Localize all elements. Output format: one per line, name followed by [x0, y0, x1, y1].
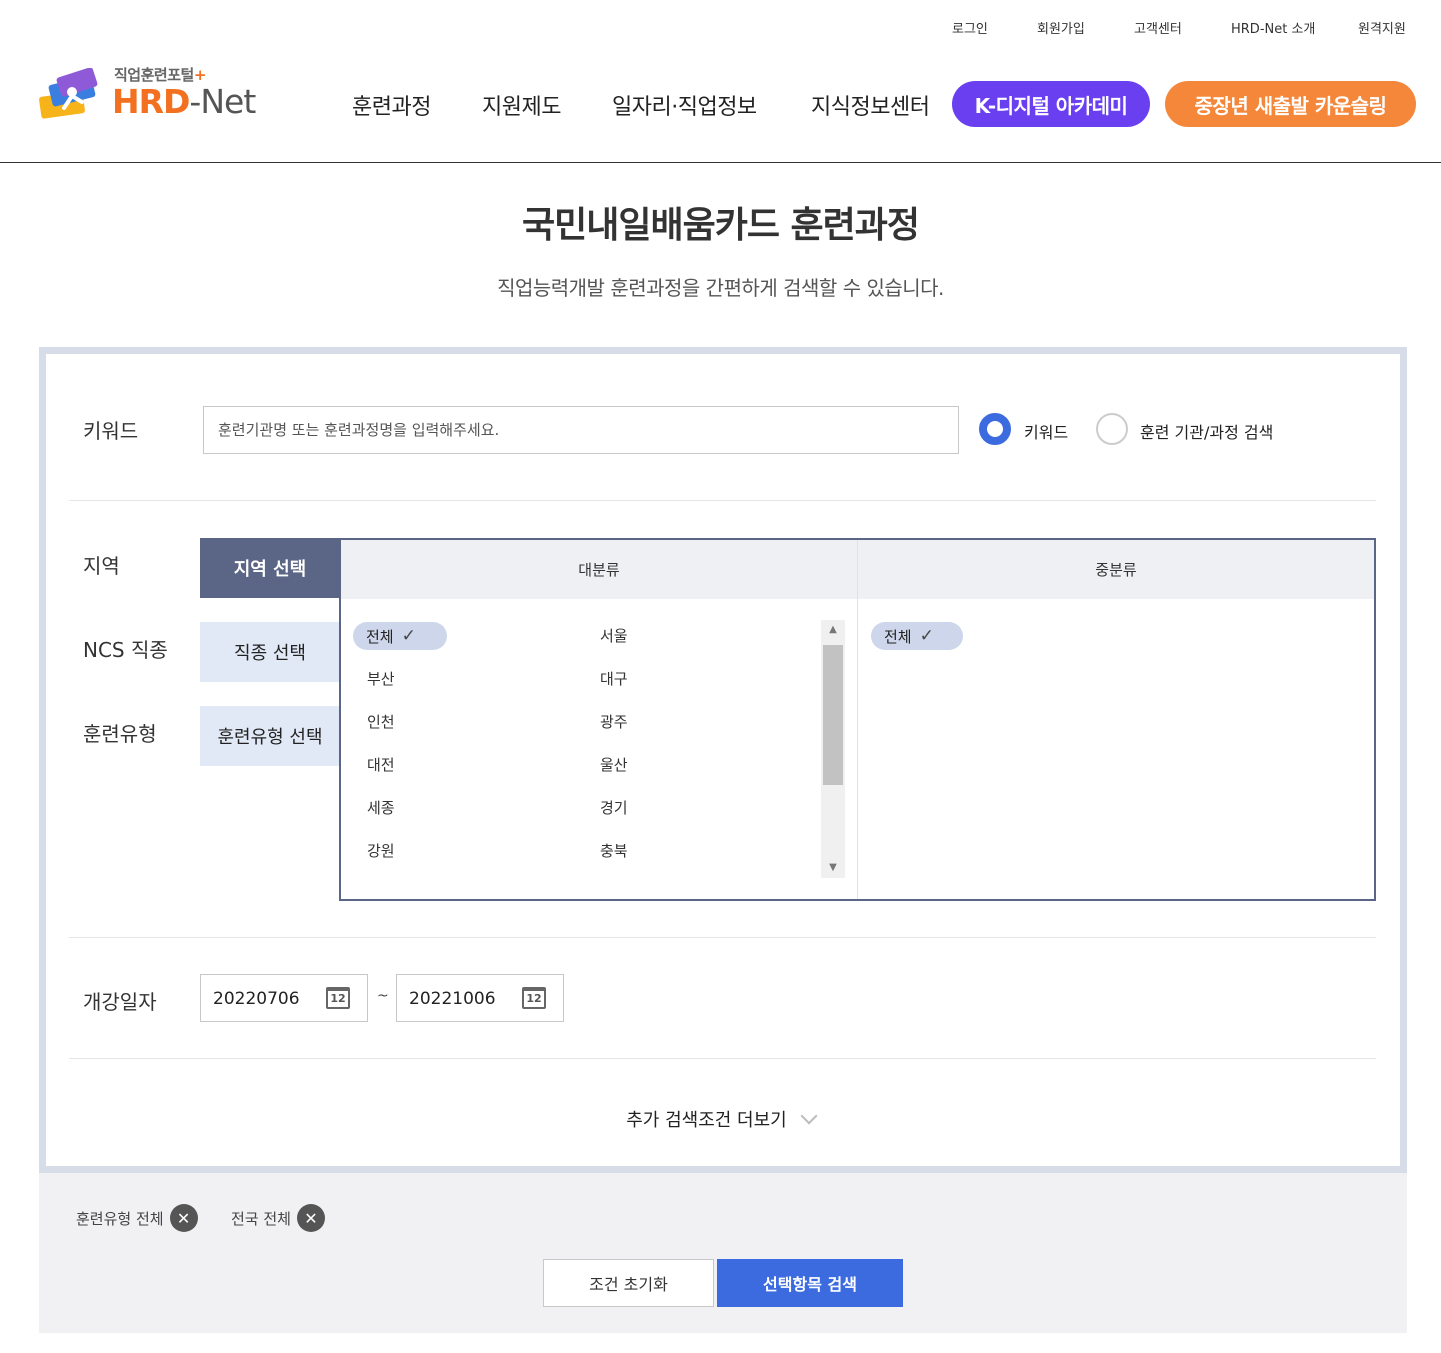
nav-support-system[interactable]: 지원제도: [482, 89, 561, 121]
nav-training-courses[interactable]: 훈련과정: [352, 89, 431, 121]
major-option[interactable]: 대전: [367, 754, 395, 775]
tab-job-select[interactable]: 직종 선택: [200, 622, 340, 682]
calendar-icon[interactable]: 12: [326, 987, 350, 1009]
major-option-all-selected[interactable]: 전체 ✓: [353, 622, 447, 650]
check-icon: ✓: [919, 626, 934, 646]
major-option[interactable]: 경기: [600, 797, 628, 818]
about-hrdnet-link[interactable]: HRD-Net 소개: [1231, 18, 1315, 37]
major-option[interactable]: 강원: [367, 840, 395, 861]
minor-category-header: 중분류: [858, 540, 1374, 599]
major-option[interactable]: 인천: [367, 711, 395, 732]
more-conditions-toggle[interactable]: 추가 검색조건 더보기: [0, 1106, 1441, 1132]
major-option[interactable]: 세종: [367, 797, 395, 818]
calendar-icon[interactable]: 12: [522, 987, 546, 1009]
logo-wordmark: HRD-Net: [112, 82, 256, 121]
region-label: 지역: [83, 554, 120, 578]
major-option[interactable]: 부산: [367, 668, 395, 689]
minor-option-all-selected[interactable]: 전체 ✓: [871, 622, 963, 650]
more-conditions-label: 추가 검색조건 더보기: [626, 1110, 787, 1131]
selected-tag: 전국 전체 ✕: [231, 1204, 325, 1232]
scroll-down-icon[interactable]: ▼: [821, 858, 845, 878]
region-picker: 대분류 중분류 전체 ✓ 서울 부산 대구 인천 광주 대전 울산 세종 경기 강…: [339, 538, 1376, 901]
remote-support-link[interactable]: 원격지원: [1358, 18, 1406, 37]
header-divider: [0, 162, 1441, 163]
search-button[interactable]: 선택항목 검색: [717, 1259, 903, 1307]
divider: [69, 1058, 1376, 1059]
selected-tag: 훈련유형 전체 ✕: [76, 1204, 198, 1232]
midlife-counseling-button[interactable]: 중장년 새출발 카운슬링: [1165, 81, 1416, 127]
logo-icon: [39, 68, 98, 119]
start-date-label: 개강일자: [83, 990, 157, 1014]
keyword-input[interactable]: [203, 406, 959, 454]
tab-training-type-select[interactable]: 훈련유형 선택: [200, 706, 340, 766]
date-range-separator: ~: [377, 988, 389, 1004]
signup-link[interactable]: 회원가입: [1037, 18, 1085, 37]
nav-knowledge-center[interactable]: 지식정보센터: [811, 89, 930, 121]
scrollbar-thumb[interactable]: [823, 645, 843, 785]
major-category-header: 대분류: [341, 540, 857, 599]
major-option[interactable]: 대구: [600, 668, 628, 689]
end-date-field[interactable]: 20221006 12: [396, 974, 564, 1022]
column-divider: [857, 540, 858, 899]
k-digital-academy-button[interactable]: K-디지털 아카데미: [952, 81, 1150, 127]
major-option[interactable]: 서울: [600, 625, 628, 646]
selected-tag-label: 훈련유형 전체: [76, 1209, 164, 1228]
selected-conditions-bar: [39, 1173, 1407, 1333]
major-option[interactable]: 울산: [600, 754, 628, 775]
reset-button[interactable]: 조건 초기화: [543, 1259, 714, 1307]
radio-keyword-label: 키워드: [1024, 423, 1069, 442]
major-option[interactable]: 광주: [600, 711, 628, 732]
selected-tag-label: 전국 전체: [231, 1209, 291, 1228]
option-label: 전체: [884, 627, 912, 646]
close-icon[interactable]: ✕: [169, 1204, 198, 1232]
end-date-value: 20221006: [409, 989, 496, 1009]
scroll-up-icon[interactable]: ▲: [821, 620, 845, 640]
radio-org-search[interactable]: [1096, 413, 1128, 445]
major-list-scrollbar[interactable]: ▲ ▼: [821, 620, 845, 878]
login-link[interactable]: 로그인: [952, 18, 988, 37]
page-title: 국민내일배움카드 훈련과정: [522, 205, 920, 246]
nav-job-info[interactable]: 일자리·직업정보: [612, 89, 757, 121]
major-option[interactable]: 충북: [600, 840, 628, 861]
tab-region-select[interactable]: 지역 선택: [200, 538, 340, 598]
radio-keyword[interactable]: [979, 413, 1011, 445]
close-icon[interactable]: ✕: [296, 1204, 325, 1232]
page-subtitle: 직업능력개발 훈련과정을 간편하게 검색할 수 있습니다.: [497, 276, 944, 300]
utility-bar: 로그인 회원가입 고객센터 HRD-Net 소개 원격지원: [0, 18, 1441, 38]
divider: [69, 500, 1376, 501]
customer-center-link[interactable]: 고객센터: [1134, 18, 1182, 37]
keyword-label: 키워드: [83, 419, 139, 443]
chevron-down-icon: [800, 1107, 818, 1125]
start-date-field[interactable]: 20220706 12: [200, 974, 368, 1022]
option-label: 전체: [366, 627, 394, 646]
hrdnet-logo[interactable]: 직업훈련포털+ HRD-Net: [38, 62, 278, 122]
radio-org-search-label: 훈련 기관/과정 검색: [1140, 423, 1274, 442]
start-date-value: 20220706: [213, 989, 300, 1009]
training-type-label: 훈련유형: [83, 722, 157, 746]
divider: [69, 937, 1376, 938]
ncs-label: NCS 직종: [83, 638, 168, 662]
check-icon: ✓: [401, 626, 416, 646]
